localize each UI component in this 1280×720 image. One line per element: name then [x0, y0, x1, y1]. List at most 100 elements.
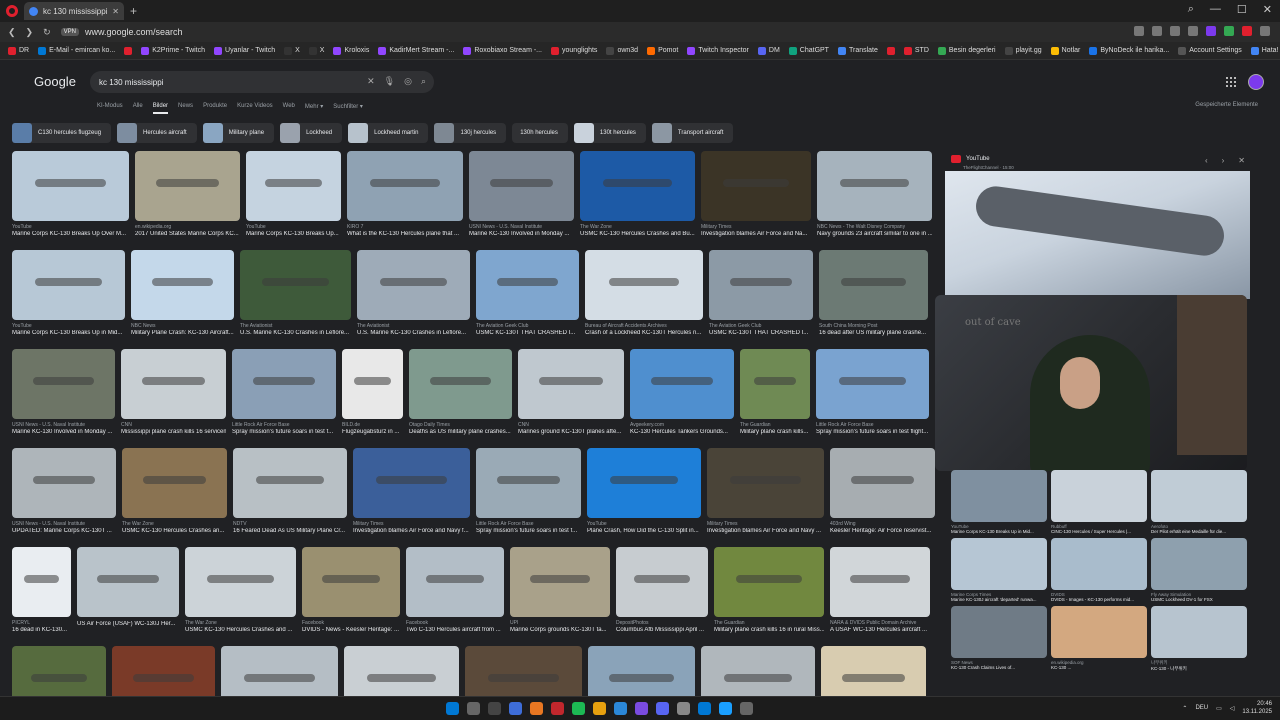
- result-source[interactable]: YouTube: [246, 224, 341, 230]
- related-chip[interactable]: 130j hercules: [434, 123, 507, 143]
- clock[interactable]: 20:46 13.11.2025: [1242, 700, 1272, 716]
- bookmark-star-icon[interactable]: [1188, 26, 1198, 36]
- result-caption[interactable]: Deaths as US military plane crashes...: [409, 429, 512, 435]
- result-thumbnail[interactable]: [816, 349, 929, 419]
- image-result[interactable]: PICRYL 16 dead in KC-130...: [12, 547, 71, 633]
- bookmark-item[interactable]: Notlar: [1050, 46, 1080, 55]
- image-result[interactable]: The Aviation Geek Club USMC KC-130T THAT …: [476, 250, 579, 336]
- result-caption[interactable]: A USAF WC-130 Hercules aircraft ...: [830, 627, 930, 633]
- result-thumbnail[interactable]: [12, 349, 115, 419]
- result-thumbnail[interactable]: [232, 349, 336, 419]
- filter-tab[interactable]: Alle: [133, 103, 143, 114]
- close-window-button[interactable]: ✕: [1263, 3, 1272, 16]
- filter-tab[interactable]: Web: [283, 103, 295, 114]
- bookmark-item[interactable]: Kroloxis: [333, 46, 369, 55]
- related-thumbnail[interactable]: [1051, 606, 1147, 658]
- result-thumbnail[interactable]: [342, 349, 403, 419]
- image-result[interactable]: [588, 646, 695, 696]
- panel-source[interactable]: YouTube: [966, 156, 990, 162]
- result-thumbnail[interactable]: [714, 547, 824, 617]
- result-source[interactable]: USNI News - U.S. Naval Institute: [469, 224, 574, 230]
- result-source[interactable]: NDTV: [233, 521, 347, 527]
- search-icon[interactable]: ⌕: [421, 76, 426, 87]
- result-caption[interactable]: Two C-130 Hercules aircraft from ...: [406, 627, 504, 633]
- result-caption[interactable]: UPDATED: Marine Corps KC-130T ...: [12, 528, 116, 534]
- taskbar-app-icon[interactable]: [656, 702, 669, 715]
- taskbar-app-icon[interactable]: [740, 702, 753, 715]
- related-thumbnail[interactable]: [1151, 538, 1247, 590]
- preview-image[interactable]: [945, 171, 1250, 299]
- result-source[interactable]: KIRO 7: [347, 224, 463, 230]
- search-box[interactable]: kc 130 mississippi ✕ 🎙 ◎ ⌕: [90, 71, 434, 93]
- image-result[interactable]: The Aviationist U.S. Marine KC-130 Crashe…: [240, 250, 351, 336]
- image-result[interactable]: en.wikipedia.org 2017 United States Marin…: [135, 151, 240, 237]
- result-source[interactable]: The Guardian: [714, 620, 824, 626]
- bookmark-item[interactable]: DM: [757, 46, 780, 55]
- result-source[interactable]: The Aviation Geek Club: [476, 323, 579, 329]
- related-chip[interactable]: C130 hercules flugzeug: [12, 123, 112, 143]
- bookmark-item[interactable]: Hata!: [1250, 46, 1278, 55]
- result-caption[interactable]: Marine KC-130 Involved in Monday ...: [469, 231, 574, 237]
- result-caption[interactable]: US Air Force (USAF) WC-130J Her...: [77, 621, 179, 627]
- result-thumbnail[interactable]: [302, 547, 400, 617]
- saved-items-link[interactable]: Gespeicherte Elemente: [1195, 102, 1258, 108]
- image-result[interactable]: NBC News - The Walt Disney Company Navy g…: [817, 151, 932, 237]
- image-result[interactable]: CNN Mississippi plane crash kills 16 serv…: [121, 349, 226, 435]
- related-caption[interactable]: Marine KC-130J aircraft 'departed' runwa…: [951, 597, 1047, 602]
- bookmark-item[interactable]: younglights: [551, 46, 597, 55]
- result-caption[interactable]: Marine Corps KC-130 Breaks Up Over M...: [12, 231, 129, 237]
- image-result[interactable]: BILD.de Flugzeugabsturz in ...: [342, 349, 403, 435]
- new-tab-button[interactable]: +: [130, 4, 137, 18]
- extension-icon[interactable]: [1242, 26, 1252, 36]
- image-result[interactable]: Little Rock Air Force Base Spray mission'…: [232, 349, 336, 435]
- result-source[interactable]: The War Zone: [185, 620, 296, 626]
- result-caption[interactable]: DVIDS - News - Keesler Heritage: ...: [302, 627, 400, 633]
- result-thumbnail[interactable]: [740, 349, 810, 419]
- extension-icon[interactable]: [1134, 26, 1144, 36]
- vpn-badge[interactable]: VPN: [60, 28, 79, 36]
- filter-tab[interactable]: Mehr ▾: [305, 103, 323, 114]
- result-source[interactable]: YouTube: [12, 224, 129, 230]
- related-thumbnail[interactable]: [1051, 470, 1147, 522]
- result-thumbnail[interactable]: [246, 151, 341, 221]
- apps-grid-icon[interactable]: [1226, 77, 1236, 87]
- browser-tab[interactable]: kc 130 mississippi - Googl ✕: [24, 2, 124, 20]
- image-result[interactable]: CNN Marines ground KC-130T planes afte...: [518, 349, 624, 435]
- taskbar-app-icon[interactable]: [572, 702, 585, 715]
- volume-icon[interactable]: ◁: [1230, 705, 1235, 712]
- maximize-button[interactable]: ☐: [1237, 3, 1247, 16]
- related-chip[interactable]: 130h hercules: [512, 123, 568, 143]
- related-thumbnail[interactable]: [951, 538, 1047, 590]
- bookmark-item[interactable]: [124, 46, 133, 55]
- result-source[interactable]: NARA & DVIDS Public Domain Archive: [830, 620, 930, 626]
- result-caption[interactable]: 2017 United States Marine Corps KC...: [135, 231, 240, 237]
- result-caption[interactable]: USMC KC-130T THAT CRASHED I...: [476, 330, 579, 336]
- result-thumbnail[interactable]: [409, 349, 512, 419]
- result-thumbnail[interactable]: [616, 547, 708, 617]
- result-thumbnail[interactable]: [357, 250, 470, 320]
- result-source[interactable]: DepositPhotos: [616, 620, 708, 626]
- result-caption[interactable]: Crash of a Lockheed KC-130T Hercules n..…: [585, 330, 703, 336]
- image-result[interactable]: The Aviation Geek Club USMC KC-130T THAT …: [709, 250, 813, 336]
- taskbar-app-icon[interactable]: [719, 702, 732, 715]
- result-thumbnail[interactable]: [469, 151, 574, 221]
- result-caption[interactable]: Investigation blames Air Force and Navy …: [353, 528, 470, 534]
- result-caption[interactable]: Military plane crash kills 16 in rural M…: [714, 627, 824, 633]
- extension-icon[interactable]: [1224, 26, 1234, 36]
- next-icon[interactable]: ›: [1222, 156, 1225, 165]
- bookmark-item[interactable]: Besin degerleri: [937, 46, 996, 55]
- result-caption[interactable]: Marines ground KC-130T planes afte...: [518, 429, 624, 435]
- result-source[interactable]: Military Times: [353, 521, 470, 527]
- network-icon[interactable]: ▭: [1216, 705, 1222, 712]
- related-thumbnail[interactable]: [1151, 470, 1247, 522]
- result-thumbnail[interactable]: [709, 250, 813, 320]
- bookmark-item[interactable]: Roxobiaxo Stream -...: [463, 46, 542, 55]
- result-caption[interactable]: Investigation blames Air Force and Na...: [701, 231, 811, 237]
- result-source[interactable]: Facebook: [406, 620, 504, 626]
- result-caption[interactable]: 16 dead after US military plane crashe..…: [819, 330, 928, 336]
- result-source[interactable]: Little Rock Air Force Base: [232, 422, 336, 428]
- result-thumbnail[interactable]: [353, 448, 470, 518]
- result-thumbnail[interactable]: [77, 547, 179, 617]
- result-caption[interactable]: Marine Corps KC-130 Breaks Up in Mid...: [12, 330, 125, 336]
- result-source[interactable]: BILD.de: [342, 422, 403, 428]
